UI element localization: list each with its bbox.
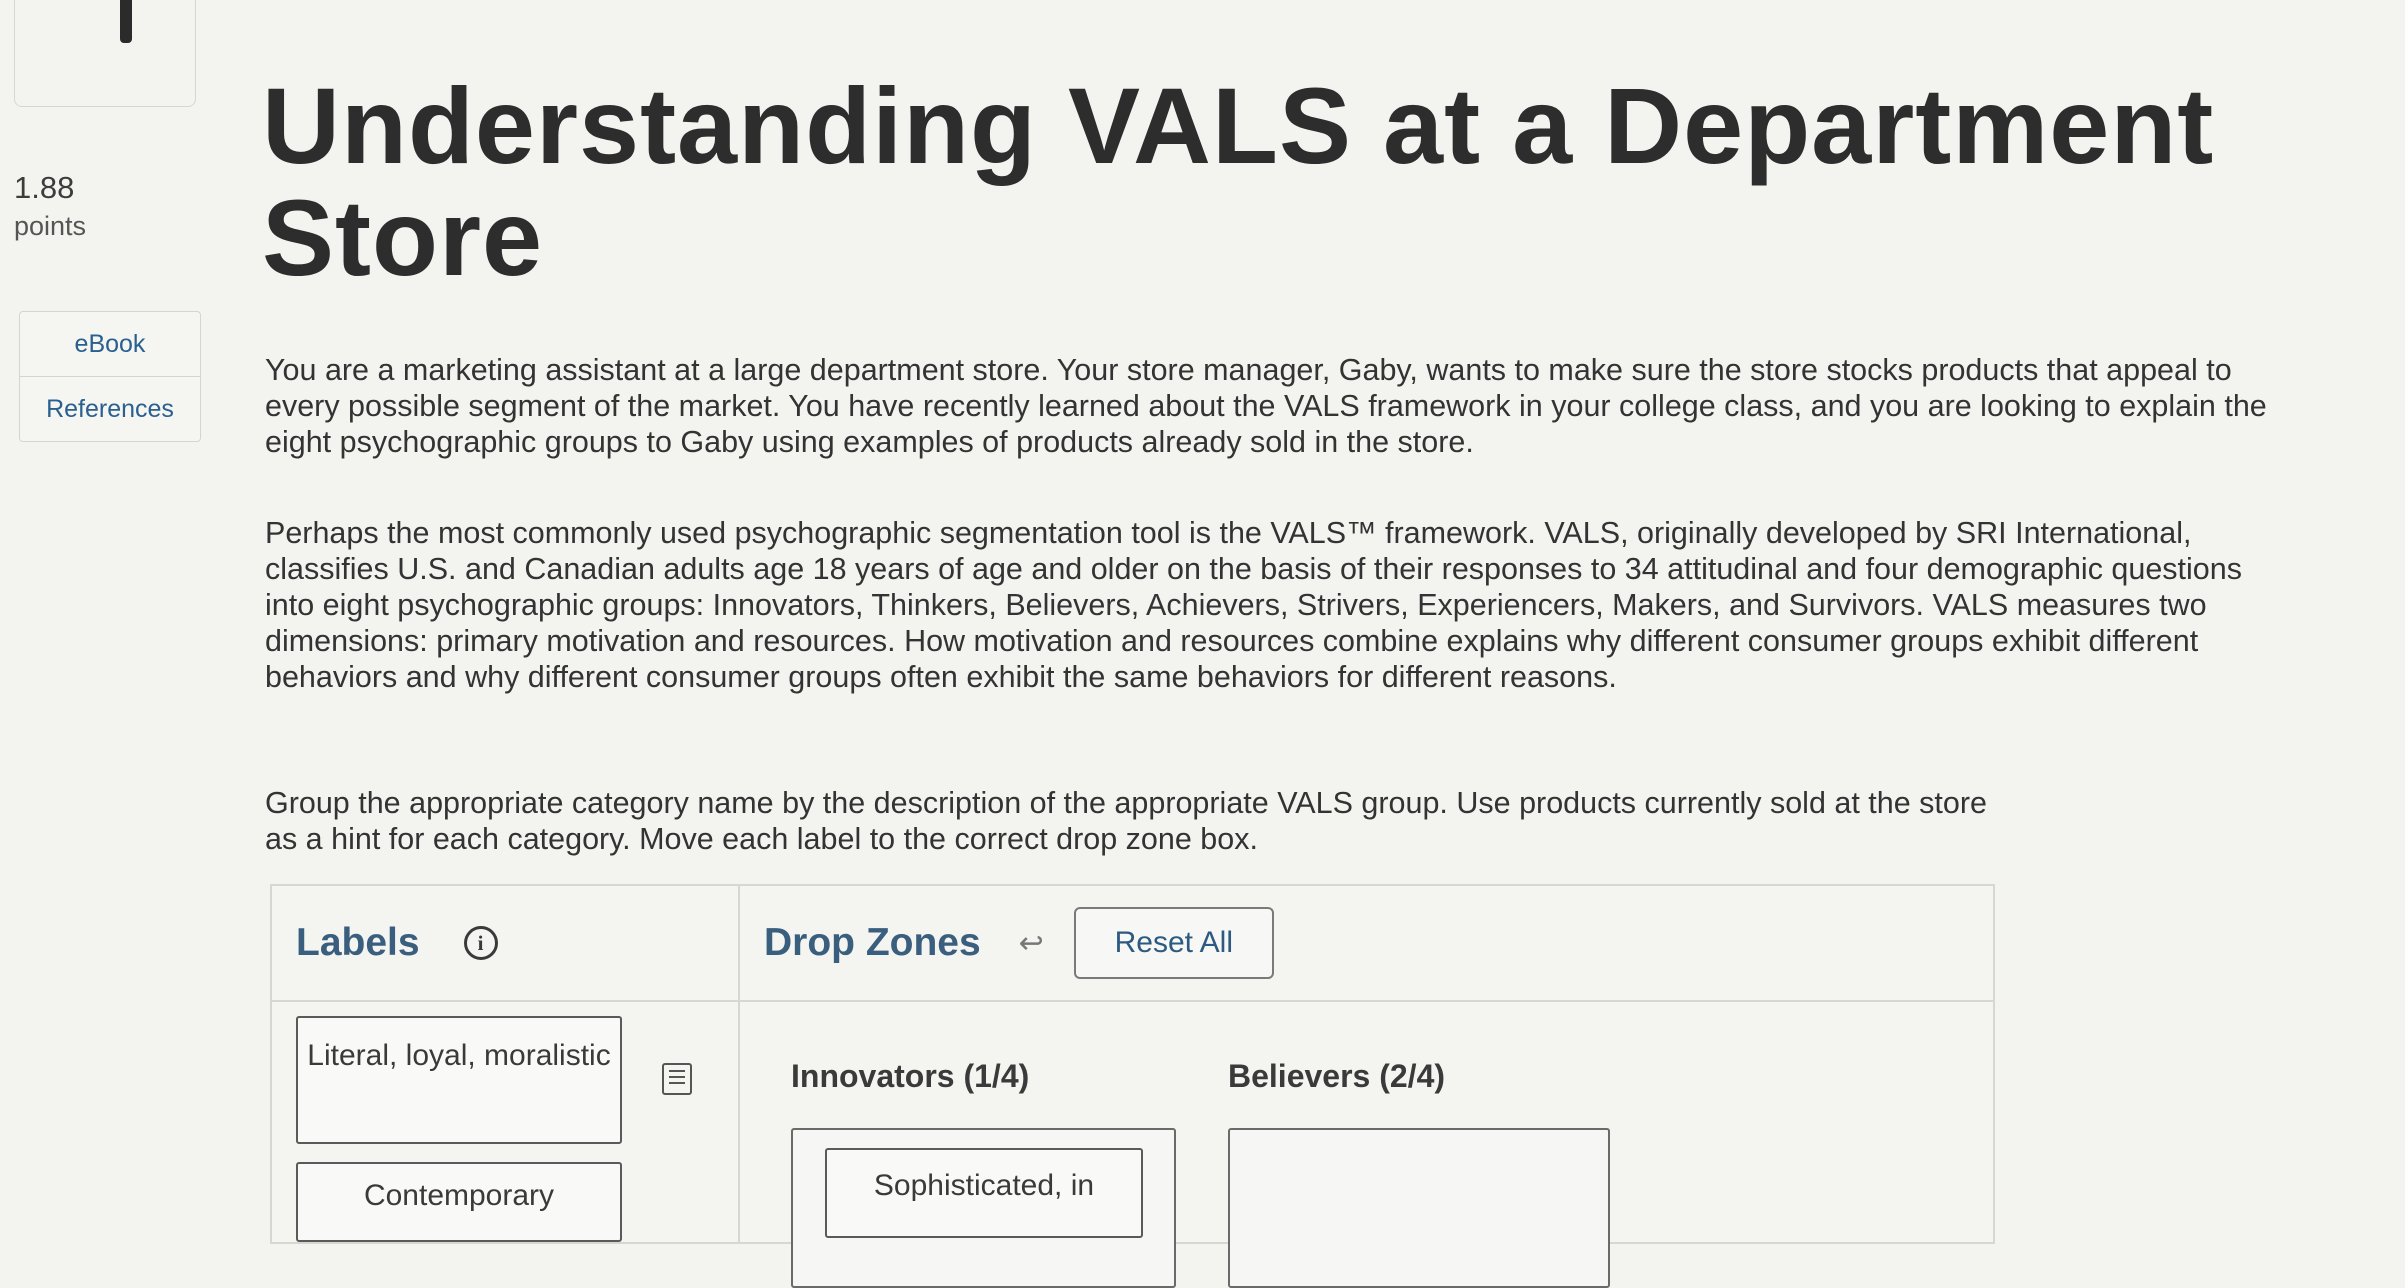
references-link[interactable]: References (20, 376, 200, 441)
dropzones-title: Drop Zones (764, 921, 981, 964)
placed-label-card[interactable]: Sophisticated, in (825, 1148, 1143, 1238)
labels-header: Labels i (272, 886, 740, 1002)
info-icon[interactable]: i (463, 926, 498, 960)
label-card[interactable]: Literal, loyal, moralistic (296, 1016, 622, 1144)
undo-arrow-icon[interactable]: ↩ (1019, 926, 1044, 961)
labels-list: Literal, loyal, moralistic Contemporary (272, 1002, 740, 1242)
intro-paragraph: You are a marketing assistant at a large… (265, 353, 2267, 459)
reset-all-button[interactable]: Reset All (1073, 907, 1274, 979)
labels-title: Labels (296, 921, 420, 964)
points-label: points (14, 211, 87, 241)
points-value: 1.88 (14, 170, 75, 205)
dropzones-area: Innovators (1/4) Believers (2/4) Sophist… (740, 1002, 1993, 1288)
side-links: eBook References (19, 311, 201, 442)
vals-paragraph: Perhaps the most commonly used psychogra… (265, 516, 2242, 694)
dropzone-innovators[interactable]: Sophisticated, in (791, 1128, 1176, 1288)
instructions-paragraph: Group the appropriate category name by t… (265, 786, 1987, 856)
notes-icon[interactable] (662, 1063, 692, 1095)
dropzones-header: Drop Zones ↩ Reset All (740, 886, 1993, 1002)
ebook-link[interactable]: eBook (20, 312, 200, 376)
label-card[interactable]: Contemporary (296, 1162, 622, 1242)
page-title: Understanding VALS at a Department Store (262, 65, 2215, 298)
dropzone-believers[interactable] (1228, 1128, 1610, 1288)
drag-drop-panel: Labels i Drop Zones ↩ Reset All Literal,… (270, 884, 1995, 1288)
top-tab-bar (120, 0, 132, 43)
top-tab (14, 0, 196, 107)
dropzone-title-innovators: Innovators (1/4) (791, 1058, 1030, 1094)
dropzone-title-believers: Believers (2/4) (1228, 1058, 1446, 1094)
